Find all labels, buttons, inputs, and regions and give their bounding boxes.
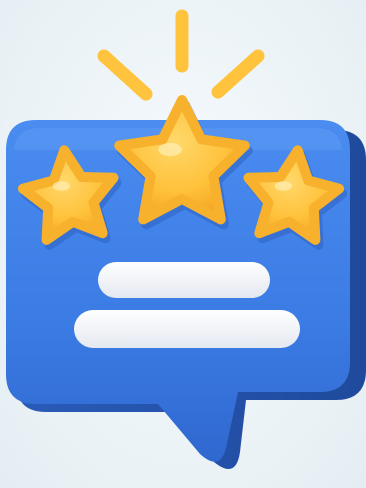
sparkle-rays-icon xyxy=(97,9,265,101)
text-line-bottom xyxy=(74,310,300,348)
rating-bubble-illustration xyxy=(6,9,366,470)
text-line-top xyxy=(98,262,270,298)
illustration-canvas xyxy=(0,0,366,488)
